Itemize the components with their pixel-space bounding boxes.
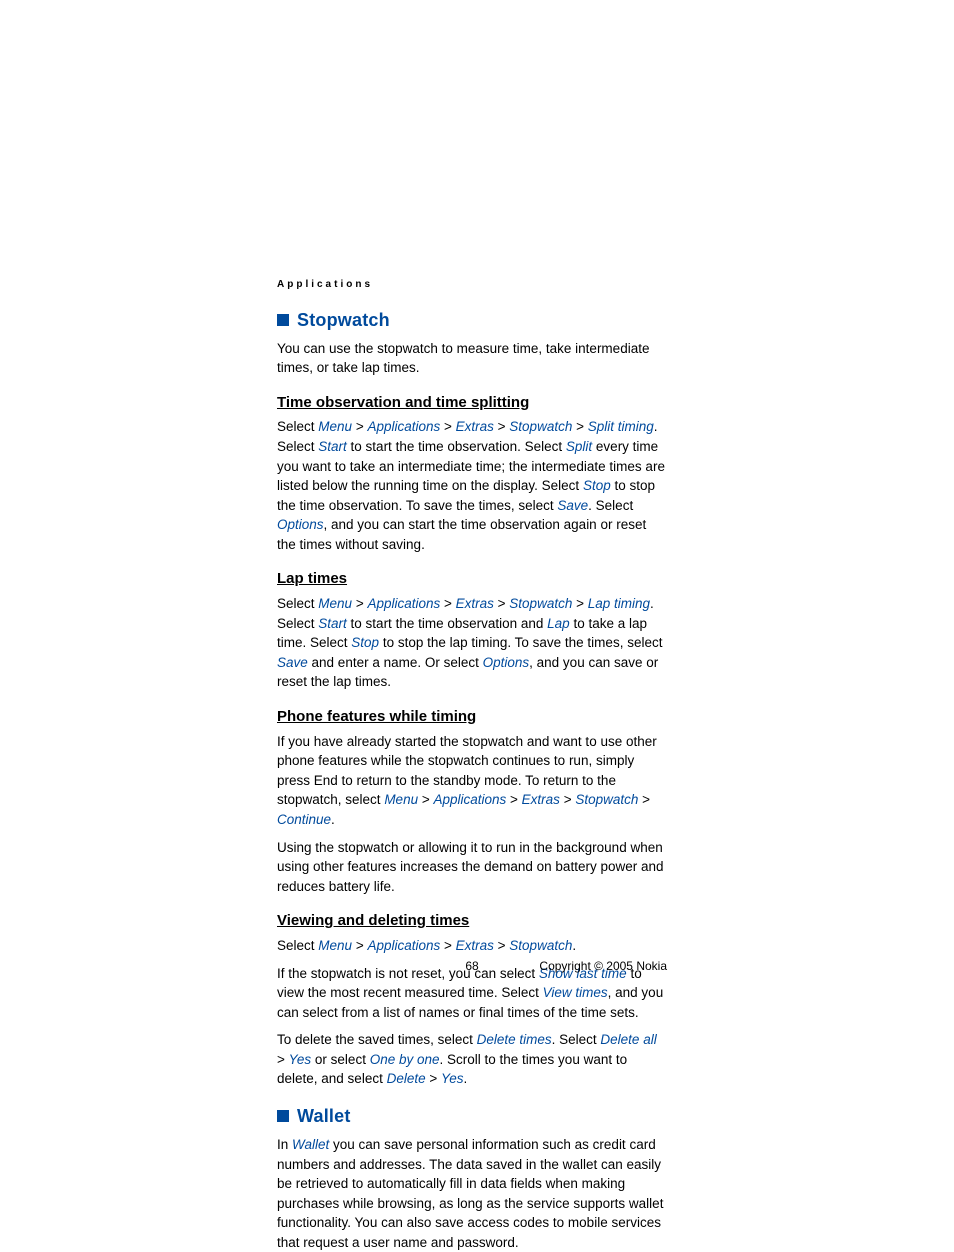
text: > (494, 419, 509, 434)
text: > (440, 938, 455, 953)
subheading-time-observation: Time observation and time splitting (277, 392, 667, 414)
text: , and you can start the time observation… (277, 517, 646, 552)
text: > (352, 596, 367, 611)
text: > (572, 596, 587, 611)
section-heading-stopwatch: Stopwatch (277, 307, 667, 333)
ui-term-delete-all: Delete all (600, 1032, 656, 1047)
ui-term-split: Split (566, 439, 592, 454)
ui-term-yes: Yes (289, 1052, 312, 1067)
text: > (494, 938, 509, 953)
running-header: Applications (277, 278, 667, 293)
copyright-text: Copyright © 2005 Nokia (539, 958, 667, 975)
ui-term-delete: Delete (387, 1071, 426, 1086)
ui-term-lap: Lap (547, 616, 570, 631)
ui-term-menu: Menu (318, 938, 352, 953)
ui-term-extras: Extras (522, 792, 560, 807)
ui-term-delete-times: Delete times (477, 1032, 552, 1047)
square-bullet-icon (277, 1110, 289, 1122)
ui-term-yes: Yes (441, 1071, 464, 1086)
text: > (572, 419, 587, 434)
text: to stop the lap timing. To save the time… (379, 635, 662, 650)
ui-term-start: Start (318, 439, 347, 454)
text: To delete the saved times, select (277, 1032, 477, 1047)
ui-term-options: Options (277, 517, 324, 532)
text: Select (277, 596, 318, 611)
ui-term-menu: Menu (318, 419, 352, 434)
text: . Select (552, 1032, 601, 1047)
paragraph-time-observation: Select Menu > Applications > Extras > St… (277, 417, 667, 554)
ui-term-applications: Applications (367, 596, 440, 611)
page-number: 68 (465, 958, 478, 975)
ui-term-stop: Stop (583, 478, 611, 493)
ui-term-stopwatch: Stopwatch (575, 792, 638, 807)
paragraph-wallet: In Wallet you can save personal informat… (277, 1135, 667, 1252)
paragraph-lap-times: Select Menu > Applications > Extras > St… (277, 594, 667, 692)
section-title: Wallet (297, 1103, 351, 1129)
text: > (352, 938, 367, 953)
text: . Select (588, 498, 633, 513)
ui-term-stopwatch: Stopwatch (509, 596, 572, 611)
paragraph-viewing-1: Select Menu > Applications > Extras > St… (277, 936, 667, 956)
ui-term-extras: Extras (456, 419, 494, 434)
ui-term-stop: Stop (351, 635, 379, 650)
text: > (418, 792, 433, 807)
text: > (440, 596, 455, 611)
ui-term-applications: Applications (433, 792, 506, 807)
text: Select (277, 419, 318, 434)
ui-term-start: Start (318, 616, 347, 631)
page-footer: 68 Copyright © 2005 Nokia (277, 958, 667, 975)
ui-term-lap-timing: Lap timing (588, 596, 650, 611)
paragraph-phone-features-2: Using the stopwatch or allowing it to ru… (277, 838, 667, 897)
text: . (331, 812, 335, 827)
ui-term-save: Save (557, 498, 588, 513)
paragraph-intro: You can use the stopwatch to measure tim… (277, 339, 667, 378)
square-bullet-icon (277, 314, 289, 326)
ui-term-extras: Extras (456, 596, 494, 611)
text: or select (311, 1052, 370, 1067)
text: > (560, 792, 575, 807)
text: Select (277, 938, 318, 953)
ui-term-options: Options (483, 655, 530, 670)
ui-term-view-times: View times (543, 985, 608, 1000)
ui-term-one-by-one: One by one (370, 1052, 440, 1067)
text: you can save personal information such a… (277, 1137, 663, 1250)
subheading-phone-features: Phone features while timing (277, 706, 667, 728)
ui-term-menu: Menu (318, 596, 352, 611)
ui-term-wallet: Wallet (292, 1137, 329, 1152)
section-heading-wallet: Wallet (277, 1103, 667, 1129)
text: . (464, 1071, 468, 1086)
ui-term-stopwatch: Stopwatch (509, 938, 572, 953)
text: > (494, 596, 509, 611)
text: and enter a name. Or select (308, 655, 483, 670)
paragraph-viewing-3: To delete the saved times, select Delete… (277, 1030, 667, 1089)
text: In (277, 1137, 292, 1152)
text: . (572, 938, 576, 953)
ui-term-stopwatch: Stopwatch (509, 419, 572, 434)
text: > (506, 792, 521, 807)
text: to start the time observation and (347, 616, 547, 631)
ui-term-menu: Menu (384, 792, 418, 807)
text: to start the time observation. Select (347, 439, 566, 454)
subheading-lap-times: Lap times (277, 568, 667, 590)
text: > (440, 419, 455, 434)
text: > (638, 792, 650, 807)
subheading-viewing-deleting: Viewing and deleting times (277, 910, 667, 932)
ui-term-save: Save (277, 655, 308, 670)
section-title: Stopwatch (297, 307, 390, 333)
ui-term-split-timing: Split timing (588, 419, 654, 434)
text: > (277, 1052, 289, 1067)
ui-term-applications: Applications (367, 419, 440, 434)
ui-term-extras: Extras (456, 938, 494, 953)
ui-term-applications: Applications (367, 938, 440, 953)
text: > (426, 1071, 441, 1086)
ui-term-continue: Continue (277, 812, 331, 827)
text: > (352, 419, 367, 434)
document-page: Applications Stopwatch You can use the s… (0, 0, 954, 1235)
paragraph-phone-features-1: If you have already started the stopwatc… (277, 732, 667, 830)
